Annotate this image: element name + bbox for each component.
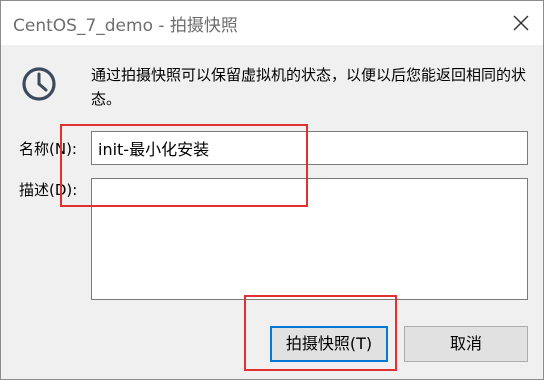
name-input[interactable]: init-最小化安装 (91, 131, 528, 165)
info-message: 通过拍摄快照可以保留虚拟机的状态，以便以后您能返回相同的状态。 (91, 66, 527, 108)
take-snapshot-button[interactable]: 拍摄快照(T) (270, 326, 388, 362)
description-input[interactable] (91, 178, 528, 300)
description-label: 描述(D): (19, 181, 78, 199)
clock-icon (22, 67, 56, 101)
close-icon (513, 15, 529, 31)
window-title: CentOS_7_demo - 拍摄快照 (13, 16, 238, 36)
close-button[interactable] (499, 1, 543, 45)
name-label: 名称(N): (19, 140, 77, 158)
title-bar: CentOS_7_demo - 拍摄快照 (1, 1, 543, 45)
snapshot-dialog: CentOS_7_demo - 拍摄快照 通过拍摄快照可以保留虚拟机的状态，以便… (0, 0, 544, 380)
cancel-button[interactable]: 取消 (404, 326, 528, 362)
